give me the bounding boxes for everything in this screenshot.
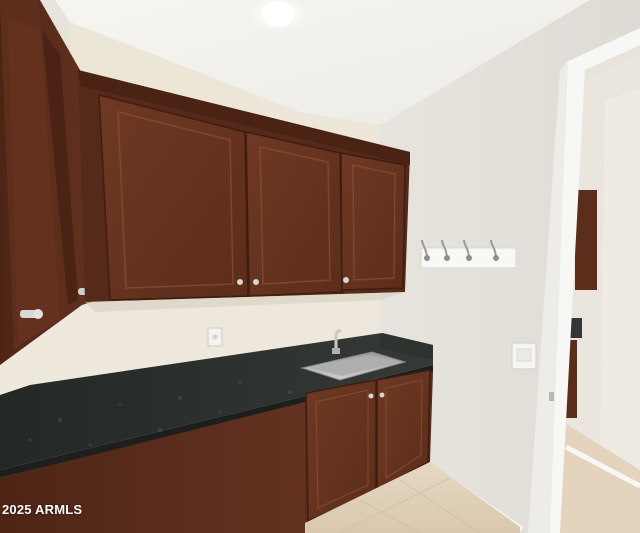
watermark: 2025 ARMLS — [2, 502, 83, 517]
kitchen-photo — [0, 0, 640, 533]
